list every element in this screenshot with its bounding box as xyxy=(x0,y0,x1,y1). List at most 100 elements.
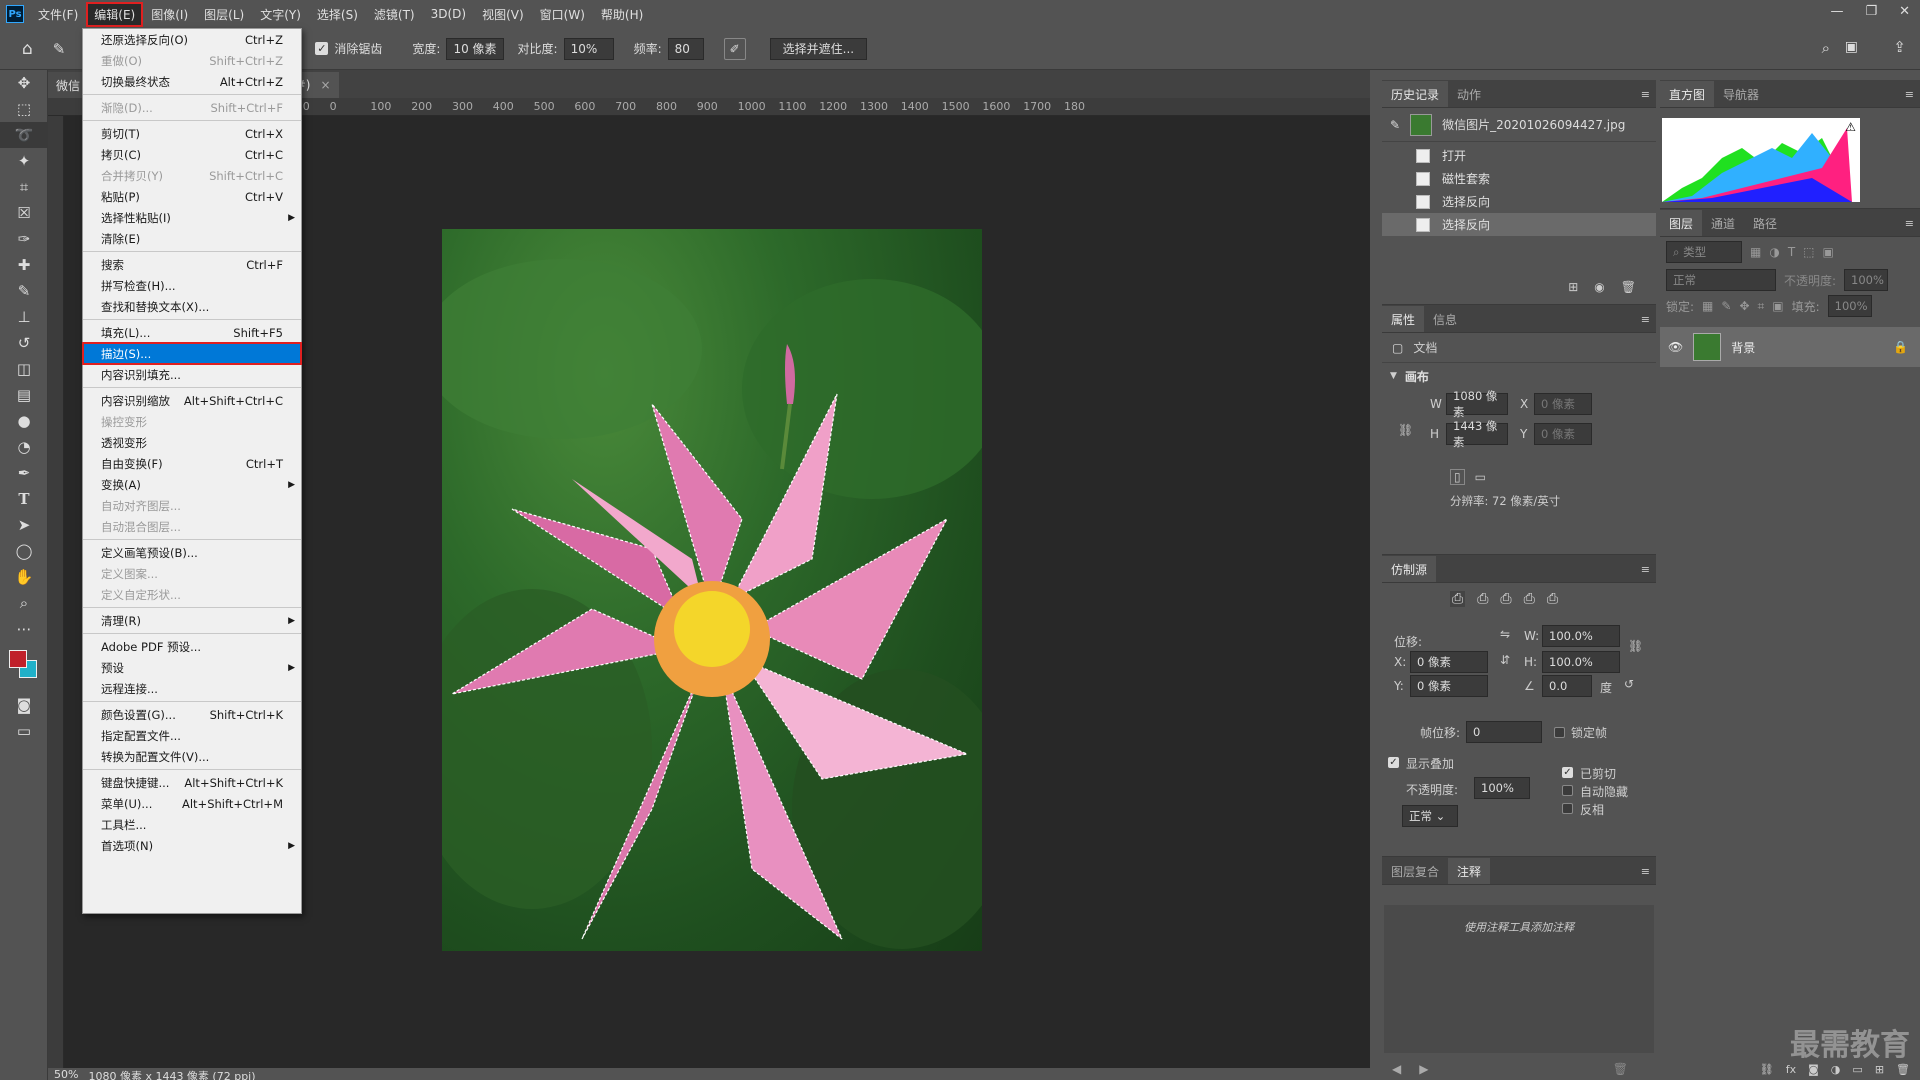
tab-navigator[interactable]: 导航器 xyxy=(1714,81,1768,107)
edit-menu-item[interactable]: 内容识别缩放 Alt+Shift+Ctrl+C xyxy=(83,390,301,411)
menu-item[interactable]: 3D(D) xyxy=(425,5,472,23)
contrast-input[interactable]: 10% xyxy=(563,37,614,60)
history-brush-source-icon[interactable]: ✎ xyxy=(1390,118,1400,132)
filter-type-icon[interactable]: T xyxy=(1788,245,1795,259)
menu-item[interactable]: 帮助(H) xyxy=(595,4,649,25)
tab-layers[interactable]: 图层 xyxy=(1660,210,1703,236)
edit-menu-item[interactable]: 渐隐(D)... Shift+Ctrl+F xyxy=(83,97,301,118)
history-snapshot[interactable]: ✎ 微信图片_20201026094427.jpg xyxy=(1382,108,1656,142)
move-tool-icon[interactable]: ✥ xyxy=(0,70,48,96)
tab-history[interactable]: 历史记录 xyxy=(1382,81,1449,107)
quick-mask-icon[interactable]: ◙ xyxy=(0,692,48,718)
edit-menu-item[interactable]: 还原选择反向(O) Ctrl+Z xyxy=(83,29,301,50)
share-icon[interactable]: ⇪ xyxy=(1893,38,1906,56)
maximize-icon[interactable]: ❐ xyxy=(1865,4,1877,19)
filter-shape-icon[interactable]: ⬚ xyxy=(1803,245,1814,259)
marquee-tool-icon[interactable]: ⬚ xyxy=(0,96,48,122)
lasso-tool-icon[interactable]: ➰ xyxy=(0,122,48,148)
layer-blend-select[interactable]: 正常 xyxy=(1666,269,1776,291)
edit-menu-item[interactable]: 选择性粘贴(I) ▶ xyxy=(83,207,301,228)
edit-menu-item[interactable]: 切换最终状态 Alt+Ctrl+Z xyxy=(83,71,301,92)
clone-source-4-icon[interactable]: ⎙ xyxy=(1524,591,1535,607)
adjustment-layer-icon[interactable]: ◑ xyxy=(1831,1063,1841,1076)
more-tools-icon[interactable]: ⋯ xyxy=(0,616,48,642)
tab-paths[interactable]: 路径 xyxy=(1744,210,1786,236)
tab-properties[interactable]: 属性 xyxy=(1382,306,1425,332)
menu-item[interactable]: 选择(S) xyxy=(311,4,364,25)
edit-menu-item[interactable]: 粘贴(P) Ctrl+V xyxy=(83,186,301,207)
history-item[interactable]: 选择反向 xyxy=(1382,190,1656,213)
history-item[interactable]: 打开 xyxy=(1382,144,1656,167)
tab-channels[interactable]: 通道 xyxy=(1702,210,1744,236)
clone-source-5-icon[interactable]: ⎙ xyxy=(1547,591,1558,607)
edit-menu-item[interactable]: 内容识别填充... xyxy=(83,364,301,385)
layer-filter-select[interactable]: ⌕ 类型 xyxy=(1666,241,1742,263)
edit-menu-item[interactable]: 重做(O) Shift+Ctrl+Z xyxy=(83,50,301,71)
healing-brush-icon[interactable]: ✚ xyxy=(0,252,48,278)
panel-menu-icon[interactable]: ≡ xyxy=(1641,88,1650,101)
tab-info[interactable]: 信息 xyxy=(1424,306,1466,332)
show-overlay-checkbox[interactable]: ✓ xyxy=(1388,757,1399,768)
edit-menu-item[interactable]: 自动对齐图层... xyxy=(83,495,301,516)
edit-menu-item[interactable]: 定义图案... xyxy=(83,563,301,584)
select-and-mask-button[interactable]: 选择并遮住... xyxy=(769,37,868,60)
tab-notes[interactable]: 注释 xyxy=(1448,858,1491,884)
edit-menu-item[interactable]: 清理(R) ▶ xyxy=(83,610,301,631)
edit-menu-item[interactable]: 操控变形 xyxy=(83,411,301,432)
edit-menu-item[interactable]: 菜单(U)... Alt+Shift+Ctrl+M xyxy=(83,793,301,814)
edit-menu-item[interactable]: 定义画笔预设(B)... xyxy=(83,542,301,563)
link-icon[interactable]: ⛓ xyxy=(1398,423,1413,437)
edit-menu-item[interactable]: 拷贝(C) Ctrl+C xyxy=(83,144,301,165)
visibility-eye-icon[interactable]: 👁 xyxy=(1668,340,1683,354)
edit-menu-item[interactable]: 指定配置文件... xyxy=(83,725,301,746)
lock-frame-checkbox[interactable] xyxy=(1554,726,1566,738)
edit-menu-item[interactable]: 搜索 Ctrl+F xyxy=(83,254,301,275)
edit-menu-item[interactable]: 自由变换(F) Ctrl+T xyxy=(83,453,301,474)
lock-paint-icon[interactable]: ✎ xyxy=(1721,299,1731,313)
menu-item[interactable]: 窗口(W) xyxy=(534,4,591,25)
gradient-tool-icon[interactable]: ▤ xyxy=(0,382,48,408)
y-field[interactable]: 0 像素 xyxy=(1534,423,1592,445)
overlay-blend-select[interactable]: 正常 ⌄ xyxy=(1402,805,1458,827)
menu-item[interactable]: 滤镜(T) xyxy=(368,4,421,25)
menu-item[interactable]: 视图(V) xyxy=(476,4,530,25)
edit-menu-item[interactable]: 自动混合图层... xyxy=(83,516,301,537)
portrait-icon[interactable]: ▯ xyxy=(1450,469,1465,485)
search-icon[interactable]: ⌕ xyxy=(1822,39,1830,57)
new-layer-icon[interactable]: ⊞ xyxy=(1875,1063,1884,1076)
clone-height-field[interactable]: 100.0% xyxy=(1542,651,1620,673)
edit-menu-item[interactable]: 颜色设置(G)... Shift+Ctrl+K xyxy=(83,704,301,725)
home-icon[interactable]: ⌂ xyxy=(22,39,33,59)
pressure-pen-icon[interactable]: ✐ xyxy=(723,37,746,60)
tab-clone-source[interactable]: 仿制源 xyxy=(1382,556,1437,582)
angle-field[interactable]: 0.0 xyxy=(1542,675,1592,697)
clone-y-field[interactable]: 0 像素 xyxy=(1410,675,1488,697)
edit-menu-item[interactable]: 转换为配置文件(V)... xyxy=(83,746,301,767)
panel-menu-icon[interactable]: ≡ xyxy=(1905,88,1914,101)
panel-menu-icon[interactable]: ≡ xyxy=(1641,563,1650,576)
magnetic-lasso-icon[interactable]: ✎ xyxy=(53,40,66,58)
close-icon[interactable]: ✕ xyxy=(1899,4,1910,19)
edit-menu-item[interactable]: 查找和替换文本(X)... xyxy=(83,296,301,317)
clone-source-3-icon[interactable]: ⎙ xyxy=(1500,591,1511,607)
type-tool-icon[interactable]: T xyxy=(0,486,48,512)
previous-note-icon[interactable]: ◀ xyxy=(1392,1062,1401,1076)
tab-actions[interactable]: 动作 xyxy=(1448,81,1490,107)
clone-source-1-icon[interactable]: ⎙ xyxy=(1450,591,1466,607)
edit-menu-item[interactable]: 填充(L)... Shift+F5 xyxy=(83,322,301,343)
tab-layer-comps[interactable]: 图层复合 xyxy=(1382,858,1448,884)
layer-opacity-field[interactable]: 100% xyxy=(1844,269,1889,291)
delete-note-icon[interactable]: 🗑 xyxy=(1613,1062,1628,1076)
history-item[interactable]: 磁性套索 xyxy=(1382,167,1656,190)
delete-layer-icon[interactable]: 🗑 xyxy=(1896,1063,1910,1076)
clone-link-icon[interactable]: ⛓ xyxy=(1628,639,1643,653)
filter-pixel-icon[interactable]: ▦ xyxy=(1750,245,1761,259)
screen-mode-icon[interactable]: ▭ xyxy=(0,718,48,744)
link-layers-icon[interactable]: ⛓ xyxy=(1760,1063,1774,1076)
invert-checkbox[interactable] xyxy=(1562,803,1573,814)
minimize-icon[interactable]: — xyxy=(1830,4,1843,19)
menu-item[interactable]: 文字(Y) xyxy=(254,4,307,25)
history-item[interactable]: 选择反向 xyxy=(1382,213,1656,236)
zoom-tool-icon[interactable]: ⌕ xyxy=(0,590,48,616)
blur-tool-icon[interactable]: ● xyxy=(0,408,48,434)
